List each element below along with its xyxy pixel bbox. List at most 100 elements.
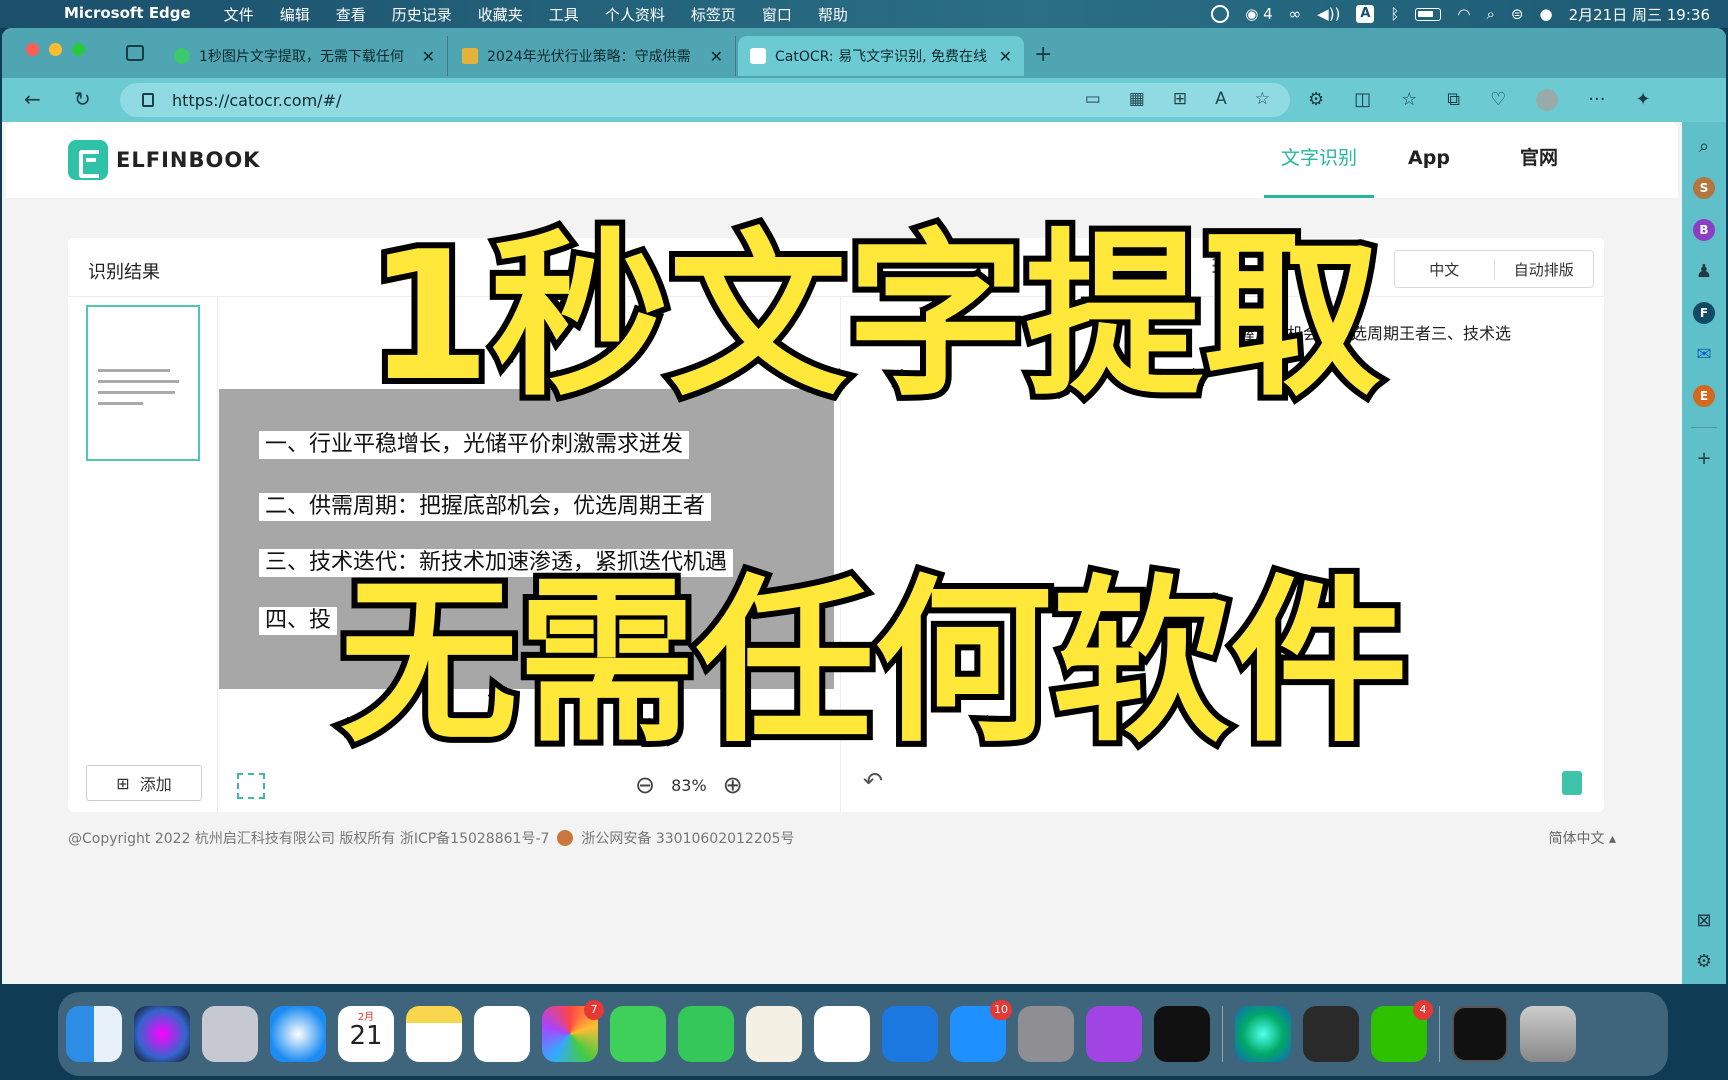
tab-2[interactable]: 2024年光伏行业策略：守成供需 ✕ xyxy=(450,36,736,76)
refresh-icon[interactable]: ↻ xyxy=(74,87,91,111)
new-tab-icon[interactable]: + xyxy=(1034,42,1052,67)
siri-app-icon[interactable] xyxy=(134,1006,190,1062)
close-window-button[interactable] xyxy=(26,43,39,56)
menu-help[interactable]: 帮助 xyxy=(805,4,861,25)
facetime-icon[interactable] xyxy=(678,1006,734,1062)
site-logo[interactable]: ELFINBOOK xyxy=(68,140,260,180)
spotlight-icon[interactable]: ⌕ xyxy=(1487,5,1495,23)
wifi-icon[interactable]: ◠ xyxy=(1457,5,1470,23)
podcasts-icon[interactable] xyxy=(1086,1006,1142,1062)
language-selector[interactable]: 简体中文 ▴ xyxy=(1549,828,1616,848)
pages-icon[interactable] xyxy=(746,1006,802,1062)
wechat-badge: 4 xyxy=(1413,1000,1433,1020)
notes-icon[interactable] xyxy=(406,1006,462,1062)
extensions-icon[interactable]: ⚙ xyxy=(1308,89,1324,111)
apple-tv-icon[interactable] xyxy=(1154,1006,1210,1062)
clock[interactable]: 2月21日 周三 19:36 xyxy=(1569,4,1710,25)
safari-icon[interactable] xyxy=(270,1006,326,1062)
copilot-icon[interactable]: ✦ xyxy=(1635,89,1650,111)
nav-text-recognition[interactable]: 文字识别 xyxy=(1264,122,1374,198)
minimize-window-button[interactable] xyxy=(49,43,62,56)
menu-edit[interactable]: 编辑 xyxy=(267,4,323,25)
tab-close-icon[interactable]: ✕ xyxy=(422,47,435,66)
tab-actions-icon[interactable] xyxy=(126,45,144,61)
hide-sidebar-icon[interactable]: ⊠ xyxy=(1696,910,1711,931)
volume-icon[interactable]: ◀)) xyxy=(1317,5,1340,23)
police-record-link[interactable]: 浙公网安备 33010602012205号 xyxy=(581,828,794,848)
profile-avatar[interactable] xyxy=(1536,89,1559,111)
wechat-status-icon[interactable]: ◉ 4 xyxy=(1245,5,1272,23)
finder-icon[interactable] xyxy=(66,1006,122,1062)
copy-result-icon[interactable] xyxy=(1562,771,1582,795)
extensions-grid-icon[interactable]: ⊞ xyxy=(1173,89,1187,109)
app-store-badge: 10 xyxy=(990,1000,1012,1020)
split-screen-icon[interactable]: ◫ xyxy=(1354,89,1371,111)
tab-close-icon[interactable]: ✕ xyxy=(999,47,1012,66)
more-menu-icon[interactable]: ··· xyxy=(1588,89,1605,111)
image-line-2: 二、供需周期：把握底部机会，优选周期王者 xyxy=(259,493,712,521)
tab-close-icon[interactable]: ✕ xyxy=(710,47,723,66)
performance-icon[interactable]: ♡ xyxy=(1490,89,1506,111)
lock-icon[interactable] xyxy=(142,93,154,107)
menu-app-name[interactable]: Microsoft Edge xyxy=(48,4,211,25)
search-icon[interactable]: ⌕ xyxy=(1699,136,1709,157)
tab-title: 1秒图片文字提取，无需下载任何 xyxy=(199,49,404,65)
numbers-icon[interactable] xyxy=(814,1006,870,1062)
add-image-button[interactable]: ⊞ 添加 xyxy=(86,765,202,801)
back-arrow-icon[interactable]: ← xyxy=(24,87,41,111)
scan-region-icon[interactable] xyxy=(237,773,265,799)
nav-app[interactable]: App xyxy=(1374,122,1484,198)
reminders-icon[interactable] xyxy=(474,1006,530,1062)
launchpad-icon[interactable] xyxy=(202,1006,258,1062)
menu-view[interactable]: 查看 xyxy=(323,4,379,25)
sidebar-app-s[interactable]: S xyxy=(1693,177,1715,199)
siri-icon[interactable]: ● xyxy=(1540,5,1553,23)
nav-official-site[interactable]: 官网 xyxy=(1484,122,1594,198)
menu-tools[interactable]: 工具 xyxy=(536,4,592,25)
zoom-window-button[interactable] xyxy=(72,43,85,56)
zoom-in-icon[interactable]: ⊕ xyxy=(723,771,743,799)
input-source-icon[interactable]: A xyxy=(1356,5,1375,23)
add-image-icon: ⊞ xyxy=(116,773,130,793)
favorites-icon[interactable]: ☆ xyxy=(1401,89,1417,111)
menu-profile[interactable]: 个人资料 xyxy=(592,4,678,25)
menu-history[interactable]: 历史记录 xyxy=(379,4,465,25)
calendar-icon[interactable]: 2月 21 xyxy=(338,1006,394,1062)
collections-icon[interactable]: ⧉ xyxy=(1447,89,1460,111)
creative-cloud-icon[interactable]: ∞ xyxy=(1289,5,1302,23)
terminal-icon[interactable] xyxy=(1452,1006,1508,1062)
record-icon[interactable] xyxy=(1211,5,1230,23)
wechat-icon[interactable]: 4 xyxy=(1371,1000,1433,1062)
favorite-star-icon[interactable]: ☆ xyxy=(1255,89,1270,109)
undo-icon[interactable]: ↶ xyxy=(863,767,883,795)
quicktime-icon[interactable] xyxy=(1303,1006,1359,1062)
app-store-icon[interactable]: 10 xyxy=(950,1000,1012,1062)
dock-divider xyxy=(1439,1006,1440,1062)
sidebar-divider xyxy=(1691,427,1717,428)
address-bar[interactable]: https://catocr.com/#/ ▭ ▦ ⊞ A ☆ xyxy=(120,83,1290,117)
menu-file[interactable]: 文件 xyxy=(211,4,267,25)
battery-icon[interactable] xyxy=(1415,7,1442,21)
system-settings-icon[interactable] xyxy=(1018,1006,1074,1062)
macos-menu-bar: Microsoft Edge 文件 编辑 查看 历史记录 收藏夹 工具 个人资料… xyxy=(0,0,1728,28)
tab-3-active[interactable]: CatOCR: 易飞文字识别, 免费在线 ✕ xyxy=(738,36,1024,76)
menu-favorites[interactable]: 收藏夹 xyxy=(465,4,536,25)
add-sidebar-app-icon[interactable]: + xyxy=(1696,448,1711,469)
qr-code-icon[interactable]: ▦ xyxy=(1129,89,1145,109)
menu-window[interactable]: 窗口 xyxy=(749,4,805,25)
tab-title: CatOCR: 易飞文字识别, 免费在线 xyxy=(775,49,988,65)
url-text[interactable]: https://catocr.com/#/ xyxy=(172,91,341,110)
zoom-out-icon[interactable]: ⊖ xyxy=(635,771,655,799)
keynote-icon[interactable] xyxy=(882,1006,938,1062)
read-aloud-icon[interactable]: A xyxy=(1215,89,1227,109)
tab-1[interactable]: 1秒图片文字提取，无需下载任何 ✕ xyxy=(162,36,448,76)
sidebar-settings-icon[interactable]: ⚙ xyxy=(1696,951,1712,972)
bluetooth-icon[interactable]: ᛒ xyxy=(1390,5,1399,23)
trash-icon[interactable] xyxy=(1520,1006,1576,1062)
menu-tabs[interactable]: 标签页 xyxy=(678,4,749,25)
edge-icon[interactable] xyxy=(1235,1006,1291,1062)
app-available-icon[interactable]: ▭ xyxy=(1085,89,1101,109)
photos-icon[interactable]: 7 xyxy=(542,1000,604,1062)
messages-icon[interactable] xyxy=(610,1006,666,1062)
control-center-icon[interactable]: ⊜ xyxy=(1511,5,1524,23)
